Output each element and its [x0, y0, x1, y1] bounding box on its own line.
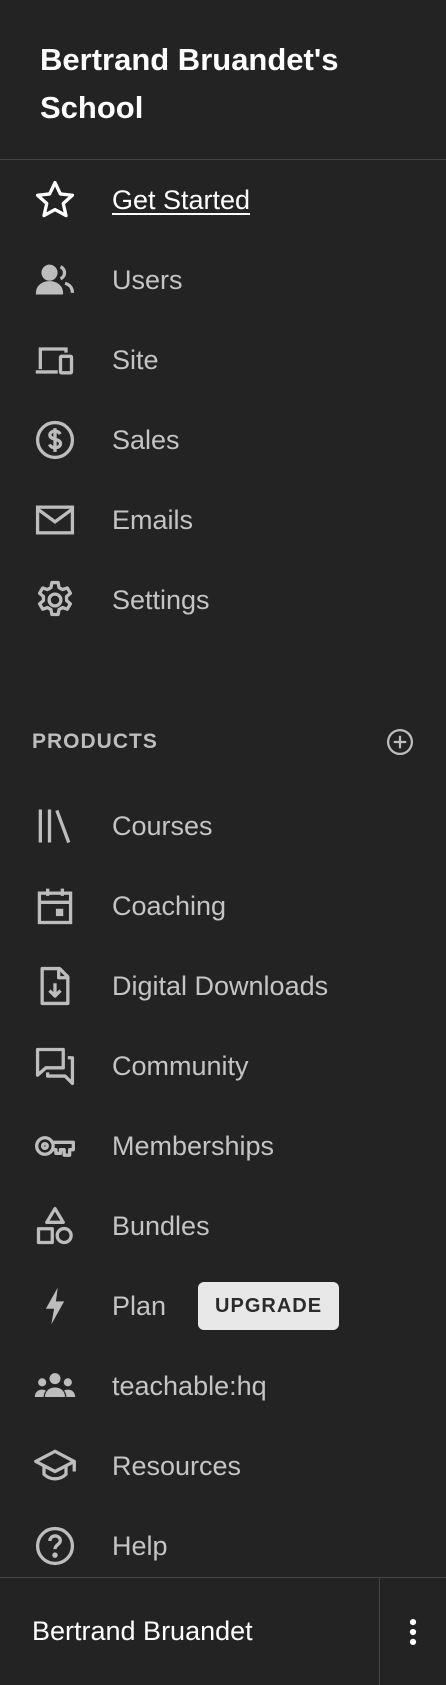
shapes-icon — [32, 1203, 78, 1249]
add-product-button[interactable] — [384, 726, 416, 758]
nav-label-coaching: Coaching — [112, 890, 227, 921]
dollar-icon — [32, 417, 78, 463]
nav-item-emails[interactable]: Emails — [0, 480, 446, 560]
school-name[interactable]: Bertrand Bruandet's School — [40, 36, 406, 132]
nav-label-users: Users — [112, 264, 183, 295]
products-nav: Courses Coaching Digital Downloads Commu… — [0, 786, 446, 1586]
nav-label-teachable-hq: teachable:hq — [112, 1370, 267, 1401]
library-icon — [32, 803, 78, 849]
help-icon — [32, 1523, 78, 1569]
nav-item-community[interactable]: Community — [0, 1026, 446, 1106]
nav-label-bundles: Bundles — [112, 1210, 210, 1241]
nav-label-digital-downloads: Digital Downloads — [112, 970, 329, 1001]
main-nav: Get Started Users Site Sales Emails Sett… — [0, 160, 446, 640]
nav-item-settings[interactable]: Settings — [0, 560, 446, 640]
nav-item-help[interactable]: Help — [0, 1506, 446, 1586]
nav-label-memberships: Memberships — [112, 1130, 275, 1161]
nav-item-courses[interactable]: Courses — [0, 786, 446, 866]
more-vertical-icon — [409, 1618, 417, 1645]
upgrade-badge[interactable]: UPGRADE — [198, 1282, 340, 1330]
nav-label-courses: Courses — [112, 810, 213, 841]
plus-circle-icon — [387, 729, 413, 755]
nav-item-get-started[interactable]: Get Started — [0, 160, 446, 240]
current-user-name[interactable]: Bertrand Bruandet — [0, 1578, 379, 1685]
devices-icon — [32, 337, 78, 383]
graduation-cap-icon — [32, 1443, 78, 1489]
nav-item-coaching[interactable]: Coaching — [0, 866, 446, 946]
calendar-icon — [32, 883, 78, 929]
key-icon — [32, 1123, 78, 1169]
sidebar-header: Bertrand Bruandet's School — [0, 0, 446, 160]
group-icon — [32, 1363, 78, 1409]
nav-label-sales: Sales — [112, 424, 180, 455]
nav-item-sales[interactable]: Sales — [0, 400, 446, 480]
gear-icon — [32, 577, 78, 623]
sidebar-footer: Bertrand Bruandet — [0, 1577, 446, 1685]
chat-icon — [32, 1043, 78, 1089]
bolt-icon — [32, 1283, 78, 1329]
nav-label-plan: Plan — [112, 1290, 167, 1321]
nav-label-help: Help — [112, 1530, 168, 1561]
mail-icon — [32, 497, 78, 543]
products-section-header: PRODUCTS — [0, 722, 446, 762]
nav-item-users[interactable]: Users — [0, 240, 446, 320]
nav-item-digital-downloads[interactable]: Digital Downloads — [0, 946, 446, 1026]
nav-label-community: Community — [112, 1050, 249, 1081]
file-download-icon — [32, 963, 78, 1009]
nav-item-memberships[interactable]: Memberships — [0, 1106, 446, 1186]
nav-item-resources[interactable]: Resources — [0, 1426, 446, 1506]
nav-label-resources: Resources — [112, 1450, 242, 1481]
nav-item-bundles[interactable]: Bundles — [0, 1186, 446, 1266]
nav-label-settings: Settings — [112, 584, 210, 615]
star-icon — [32, 177, 78, 223]
nav-label-site: Site — [112, 344, 159, 375]
user-menu-button[interactable] — [379, 1578, 446, 1685]
nav-item-teachable-hq[interactable]: teachable:hq — [0, 1346, 446, 1426]
nav-label-emails: Emails — [112, 504, 194, 535]
nav-item-plan[interactable]: Plan UPGRADE — [0, 1266, 446, 1346]
products-section-title: PRODUCTS — [32, 730, 158, 753]
users-icon — [32, 257, 78, 303]
nav-label-get-started: Get Started — [112, 184, 251, 215]
nav-item-site[interactable]: Site — [0, 320, 446, 400]
